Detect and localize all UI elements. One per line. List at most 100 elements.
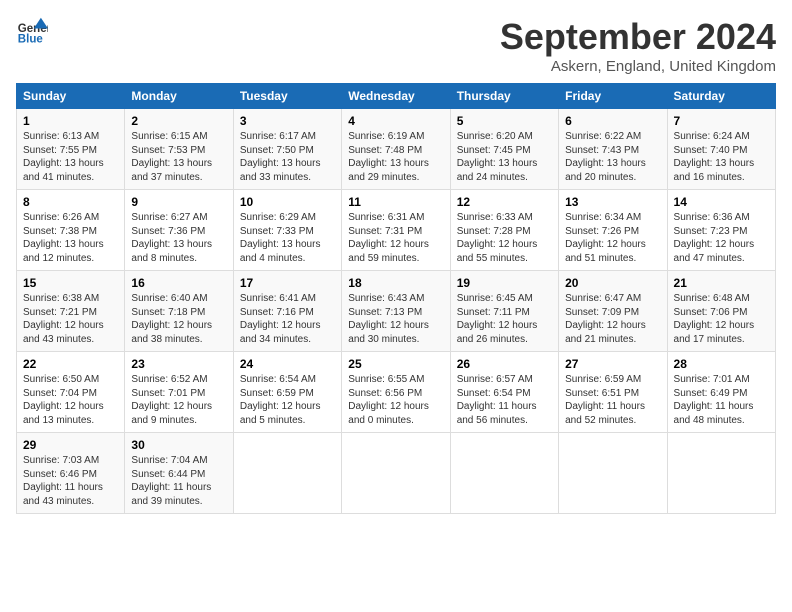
day-info: and 43 minutes.: [23, 333, 118, 347]
day-info: Sunset: 7:06 PM: [674, 306, 769, 320]
day-info: Sunset: 6:44 PM: [131, 468, 226, 482]
calendar-day: 2Sunrise: 6:15 AMSunset: 7:53 PMDaylight…: [125, 109, 233, 190]
calendar-week: 15Sunrise: 6:38 AMSunset: 7:21 PMDayligh…: [17, 271, 776, 352]
day-info: Sunrise: 6:13 AM: [23, 130, 118, 144]
day-number: 1: [23, 114, 118, 128]
day-info: Sunset: 7:09 PM: [565, 306, 660, 320]
calendar-day: 8Sunrise: 6:26 AMSunset: 7:38 PMDaylight…: [17, 190, 125, 271]
day-info: Daylight: 12 hours: [565, 238, 660, 252]
day-number: 25: [348, 357, 443, 371]
day-info: Daylight: 11 hours: [674, 400, 769, 414]
day-number: 18: [348, 276, 443, 290]
day-info: Sunset: 7:13 PM: [348, 306, 443, 320]
day-info: Sunrise: 6:20 AM: [457, 130, 552, 144]
day-info: Sunrise: 6:26 AM: [23, 211, 118, 225]
day-number: 2: [131, 114, 226, 128]
day-info: Sunrise: 6:47 AM: [565, 292, 660, 306]
day-info: Sunrise: 6:45 AM: [457, 292, 552, 306]
day-info: and 12 minutes.: [23, 252, 118, 266]
day-info: Daylight: 12 hours: [674, 238, 769, 252]
day-info: Daylight: 12 hours: [348, 400, 443, 414]
day-number: 21: [674, 276, 769, 290]
day-info: Daylight: 13 hours: [348, 157, 443, 171]
day-info: Sunset: 7:21 PM: [23, 306, 118, 320]
day-info: Sunrise: 6:15 AM: [131, 130, 226, 144]
day-info: Sunset: 6:59 PM: [240, 387, 335, 401]
weekday-header: Wednesday: [342, 84, 450, 109]
day-number: 30: [131, 438, 226, 452]
day-info: Sunset: 7:53 PM: [131, 144, 226, 158]
day-info: Sunrise: 7:03 AM: [23, 454, 118, 468]
day-info: Sunset: 7:23 PM: [674, 225, 769, 239]
calendar-week: 8Sunrise: 6:26 AMSunset: 7:38 PMDaylight…: [17, 190, 776, 271]
day-info: Sunrise: 6:54 AM: [240, 373, 335, 387]
calendar-day: 15Sunrise: 6:38 AMSunset: 7:21 PMDayligh…: [17, 271, 125, 352]
day-info: Sunset: 7:43 PM: [565, 144, 660, 158]
day-number: 7: [674, 114, 769, 128]
day-info: Sunset: 7:50 PM: [240, 144, 335, 158]
calendar-day: [233, 433, 341, 514]
day-info: Sunrise: 6:27 AM: [131, 211, 226, 225]
calendar-day: 21Sunrise: 6:48 AMSunset: 7:06 PMDayligh…: [667, 271, 775, 352]
day-info: and 51 minutes.: [565, 252, 660, 266]
day-info: Sunrise: 6:19 AM: [348, 130, 443, 144]
title-area: September 2024 Askern, England, United K…: [500, 16, 776, 75]
day-info: Sunset: 7:38 PM: [23, 225, 118, 239]
day-info: and 17 minutes.: [674, 333, 769, 347]
day-info: Sunset: 6:49 PM: [674, 387, 769, 401]
day-number: 29: [23, 438, 118, 452]
calendar-day: [450, 433, 558, 514]
day-number: 4: [348, 114, 443, 128]
day-info: and 56 minutes.: [457, 414, 552, 428]
location: Askern, England, United Kingdom: [500, 58, 776, 75]
day-number: 22: [23, 357, 118, 371]
calendar-day: [342, 433, 450, 514]
day-info: and 47 minutes.: [674, 252, 769, 266]
day-info: Daylight: 12 hours: [23, 319, 118, 333]
calendar-day: 19Sunrise: 6:45 AMSunset: 7:11 PMDayligh…: [450, 271, 558, 352]
calendar-day: 25 Sunrise: 6:55 AMSunset: 6:56 PMDayligh…: [342, 352, 450, 433]
day-info: Daylight: 12 hours: [348, 319, 443, 333]
day-info: Daylight: 13 hours: [23, 157, 118, 171]
day-info: Sunrise: 6:34 AM: [565, 211, 660, 225]
day-info: and 20 minutes.: [565, 171, 660, 185]
calendar-day: 20Sunrise: 6:47 AMSunset: 7:09 PMDayligh…: [559, 271, 667, 352]
day-number: 14: [674, 195, 769, 209]
day-info: Daylight: 13 hours: [23, 238, 118, 252]
calendar-week: 1Sunrise: 6:13 AMSunset: 7:55 PMDaylight…: [17, 109, 776, 190]
day-info: Sunrise: 6:17 AM: [240, 130, 335, 144]
day-info: and 48 minutes.: [674, 414, 769, 428]
day-number: 11: [348, 195, 443, 209]
day-info: Daylight: 13 hours: [131, 238, 226, 252]
day-info: Sunset: 7:45 PM: [457, 144, 552, 158]
calendar-day: 18Sunrise: 6:43 AMSunset: 7:13 PMDayligh…: [342, 271, 450, 352]
day-info: Sunrise: 6:22 AM: [565, 130, 660, 144]
day-info: Sunrise: 6:55 AM: [348, 373, 443, 387]
calendar-day: 7Sunrise: 6:24 AMSunset: 7:40 PMDaylight…: [667, 109, 775, 190]
day-info: Sunrise: 6:38 AM: [23, 292, 118, 306]
day-info: and 21 minutes.: [565, 333, 660, 347]
day-info: and 30 minutes.: [348, 333, 443, 347]
calendar-week: 22Sunrise: 6:50 AMSunset: 7:04 PMDayligh…: [17, 352, 776, 433]
calendar-day: 9Sunrise: 6:27 AMSunset: 7:36 PMDaylight…: [125, 190, 233, 271]
day-info: Sunset: 7:40 PM: [674, 144, 769, 158]
day-number: 24: [240, 357, 335, 371]
day-info: Sunset: 7:04 PM: [23, 387, 118, 401]
day-info: Sunset: 7:48 PM: [348, 144, 443, 158]
day-info: Daylight: 13 hours: [240, 238, 335, 252]
day-info: Daylight: 12 hours: [131, 400, 226, 414]
calendar-table: SundayMondayTuesdayWednesdayThursdayFrid…: [16, 83, 776, 514]
day-info: Sunset: 6:51 PM: [565, 387, 660, 401]
weekday-header: Monday: [125, 84, 233, 109]
calendar-day: 23Sunrise: 6:52 AMSunset: 7:01 PMDayligh…: [125, 352, 233, 433]
day-number: 5: [457, 114, 552, 128]
day-info: and 41 minutes.: [23, 171, 118, 185]
day-info: Daylight: 11 hours: [457, 400, 552, 414]
calendar-day: 11Sunrise: 6:31 AMSunset: 7:31 PMDayligh…: [342, 190, 450, 271]
weekday-header: Saturday: [667, 84, 775, 109]
weekday-header: Thursday: [450, 84, 558, 109]
day-info: Daylight: 12 hours: [23, 400, 118, 414]
day-info: Sunrise: 6:29 AM: [240, 211, 335, 225]
day-info: Sunset: 6:56 PM: [348, 387, 443, 401]
weekday-header: Sunday: [17, 84, 125, 109]
